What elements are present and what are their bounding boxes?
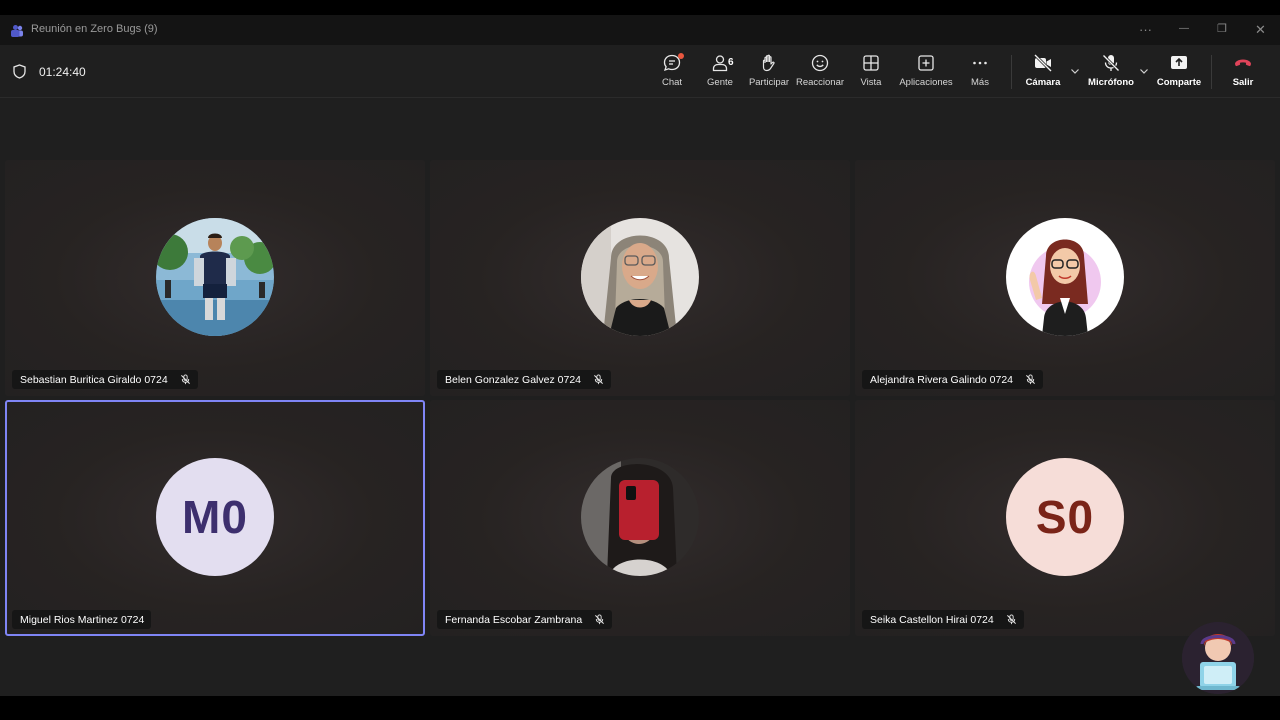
participant-nameplate: Belen Gonzalez Galvez 0724 <box>437 370 612 389</box>
mic-options-chevron-icon[interactable] <box>1139 66 1149 76</box>
avatar-initials: M0 <box>182 491 248 543</box>
mic-off-icon <box>180 374 190 385</box>
view-button[interactable]: Vista <box>841 53 901 88</box>
more-dots-icon <box>973 61 987 65</box>
camera-off-icon <box>1034 54 1052 72</box>
leave-label: Salir <box>1232 77 1254 88</box>
participant-avatar-illustration <box>1006 218 1124 336</box>
mic-off-icon <box>594 374 603 385</box>
meeting-toolbar: 01:24:40 Chat 6 Gente Participar Reaccio <box>0 45 1280 98</box>
toolbar-divider <box>1211 55 1212 89</box>
mic-off-icon <box>595 614 605 625</box>
participant-name: Belen Gonzalez Galvez 0724 <box>445 373 582 386</box>
participant-tile[interactable]: Alejandra Rivera Galindo 0724 <box>855 160 1275 396</box>
participant-name: Miguel Rios Martinez 0724 <box>20 613 145 626</box>
minimize-button[interactable]: — <box>1179 23 1189 34</box>
meeting-timer: 01:24:40 <box>39 65 86 79</box>
participant-nameplate: Seika Castellon Hirai 0724 <box>862 610 1024 629</box>
chat-label: Chat <box>661 77 683 88</box>
avatar-initials: S0 <box>1035 491 1095 543</box>
grid-view-icon <box>863 55 879 71</box>
chat-notification-dot <box>678 53 684 59</box>
participant-nameplate: Sebastian Buritica Giraldo 0724 <box>12 370 198 389</box>
people-count-badge: 6 <box>728 57 734 68</box>
more-label: Más <box>971 77 989 88</box>
participant-tile[interactable]: Sebastian Buritica Giraldo 0724 <box>5 160 425 396</box>
participant-tile[interactable]: Fernanda Escobar Zambrana <box>430 400 850 636</box>
mic-off-icon <box>1006 614 1016 625</box>
participant-tile[interactable]: Belen Gonzalez Galvez 0724 <box>430 160 850 396</box>
leave-button[interactable]: Salir <box>1213 53 1273 88</box>
share-screen-icon <box>1171 56 1187 69</box>
react-label: Reaccionar <box>795 77 845 88</box>
mic-button[interactable]: Micrófono <box>1081 53 1141 88</box>
restore-button[interactable]: ❐ <box>1217 22 1227 35</box>
hang-up-icon <box>1235 59 1251 67</box>
raise-hand-label: Participar <box>748 77 790 88</box>
participant-name: Sebastian Buritica Giraldo 0724 <box>20 373 168 386</box>
view-label: Vista <box>860 77 882 88</box>
participant-name: Alejandra Rivera Galindo 0724 <box>870 373 1014 386</box>
add-app-icon <box>918 55 934 71</box>
participant-nameplate: Miguel Rios Martinez 0724 <box>12 610 152 629</box>
participant-avatar-photo <box>581 218 699 336</box>
meeting-stage: Sebastian Buritica Giraldo 0724 Belen Go… <box>0 98 1280 696</box>
camera-label: Cámara <box>1025 77 1061 88</box>
participant-avatar-photo <box>581 458 699 576</box>
apps-label: Aplicaciones <box>899 77 953 88</box>
participant-avatar-photo <box>156 218 274 336</box>
close-window-button[interactable]: ✕ <box>1255 22 1266 38</box>
participant-tile-active-speaker[interactable]: M0 Miguel Rios Martinez 0724 <box>5 400 425 636</box>
window-more-button[interactable]: ··· <box>1139 22 1152 37</box>
participant-nameplate: Fernanda Escobar Zambrana <box>437 610 613 629</box>
participant-nameplate: Alejandra Rivera Galindo 0724 <box>862 370 1044 389</box>
people-label: Gente <box>707 77 733 88</box>
participant-avatar-initials: M0 <box>156 458 274 576</box>
smiley-icon <box>811 54 829 72</box>
camera-options-chevron-icon[interactable] <box>1070 66 1080 76</box>
mic-off-icon <box>1026 374 1035 385</box>
window-titlebar: Reunión en Zero Bugs (9) ··· — ❐ ✕ <box>0 15 1280 45</box>
share-button[interactable]: Comparte <box>1149 53 1209 88</box>
teams-logo-icon <box>11 25 23 37</box>
bottom-black-bar <box>0 696 1280 720</box>
apps-button[interactable]: Aplicaciones <box>896 53 956 88</box>
shield-icon <box>13 64 26 79</box>
participant-avatar-initials: S0 <box>1006 458 1124 576</box>
mic-label: Micrófono <box>1088 77 1134 88</box>
toolbar-divider <box>1011 55 1012 89</box>
mic-off-icon <box>1102 54 1120 72</box>
self-view-avatar[interactable] <box>1182 622 1254 694</box>
raise-hand-icon <box>762 54 775 72</box>
participant-name: Seika Castellon Hirai 0724 <box>870 613 994 626</box>
more-button[interactable]: Más <box>950 53 1010 88</box>
people-icon <box>712 55 728 72</box>
share-label: Comparte <box>1156 77 1202 88</box>
window-title: Reunión en Zero Bugs (9) <box>31 23 158 35</box>
participant-name: Fernanda Escobar Zambrana <box>445 613 583 626</box>
camera-button[interactable]: Cámara <box>1013 53 1073 88</box>
participant-tile[interactable]: S0 Seika Castellon Hirai 0724 <box>855 400 1275 636</box>
